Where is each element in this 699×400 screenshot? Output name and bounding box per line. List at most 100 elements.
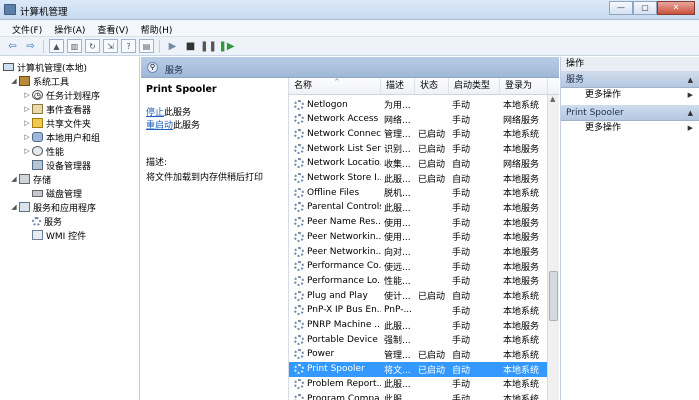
- table-row[interactable]: Parental Controls 此服... 手动 本地服务: [289, 200, 548, 215]
- more-actions-item[interactable]: 更多操作 ▶: [561, 88, 699, 103]
- tree-root[interactable]: 计算机管理(本地): [2, 60, 87, 74]
- expand-arrow-icon[interactable]: ▷: [23, 119, 31, 127]
- title-bar: 计算机管理 — ▢ ✕: [0, 0, 699, 20]
- column-status-header[interactable]: 状态: [415, 78, 449, 95]
- table-row[interactable]: Performance Lo... 性能... 手动 本地服务: [289, 273, 548, 288]
- tree-item-shared-folders[interactable]: ▷ 共享文件夹: [23, 116, 91, 130]
- service-name: Network Locatio...: [307, 158, 381, 169]
- up-folder-icon[interactable]: ▲: [49, 39, 64, 53]
- cell-start: 手动: [452, 395, 471, 400]
- gear-icon: [294, 275, 304, 286]
- expand-arrow-icon[interactable]: ▷: [23, 91, 31, 99]
- toolbar-divider: [43, 39, 44, 53]
- menu-action[interactable]: 操作(A): [48, 20, 91, 36]
- cell-name: Network Connec...: [289, 128, 381, 139]
- minimize-button[interactable]: —: [609, 1, 633, 15]
- table-row[interactable]: Network Connec...管理... 已启动手动 本地系统: [289, 126, 548, 141]
- tree-item-performance[interactable]: ▷ 性能: [23, 144, 64, 158]
- table-row[interactable]: PNRP Machine ... 此服... 手动 本地服务: [289, 318, 548, 333]
- scrollbar-thumb[interactable]: [549, 271, 558, 321]
- cell-start: 手动: [452, 321, 471, 332]
- tree-item-device-manager[interactable]: 设备管理器: [23, 158, 91, 172]
- collapse-arrow-icon[interactable]: ◢: [10, 203, 18, 211]
- play-icon[interactable]: ▶: [165, 39, 180, 53]
- table-row[interactable]: Offline Files 脱机... 手动 本地系统: [289, 185, 548, 200]
- stop-service-link[interactable]: 停止: [146, 108, 164, 118]
- expand-arrow-icon[interactable]: ▷: [23, 147, 31, 155]
- table-row[interactable]: Portable Device ... 强制... 手动 本地系统: [289, 332, 548, 347]
- column-name-header[interactable]: 名称 ^: [289, 78, 381, 95]
- table-row[interactable]: Network List Ser... 识别... 已启动 手动 本地服务: [289, 141, 548, 156]
- cell-desc: 将文...: [384, 365, 411, 376]
- table-row[interactable]: PnP-X IP Bus En... PnP-... 手动 本地系统: [289, 303, 548, 318]
- restart-icon[interactable]: ❚▶: [218, 39, 234, 53]
- forward-arrow-icon[interactable]: ⇨: [23, 39, 38, 53]
- tree-item-system-tools[interactable]: ◢ 系统工具: [10, 74, 69, 88]
- scroll-up-icon[interactable]: ▲: [550, 95, 555, 103]
- gear-icon: [294, 320, 304, 330]
- collapse-arrow-icon[interactable]: ◢: [10, 175, 18, 183]
- actions-group-print-spooler[interactable]: Print Spooler ▲: [561, 105, 699, 121]
- collapse-up-icon[interactable]: ▲: [688, 105, 693, 121]
- maximize-button[interactable]: ▢: [633, 1, 657, 15]
- table-row[interactable]: Power 管理... 已启动 自动 本地系统: [289, 347, 548, 362]
- tree-item-task-scheduler[interactable]: ▷ ◷ 任务计划程序: [23, 88, 100, 102]
- pause-icon[interactable]: ❚❚: [200, 39, 217, 53]
- table-row[interactable]: Program Compa... 此服... 手动 本地系统: [289, 391, 548, 400]
- tree-item-disk-management[interactable]: 磁盘管理: [23, 186, 82, 200]
- menu-help[interactable]: 帮助(H): [135, 20, 179, 36]
- export-icon[interactable]: ⇲: [103, 39, 118, 53]
- tree-item-services-apps[interactable]: ◢ 服务和应用程序: [10, 200, 96, 214]
- table-row[interactable]: Performance Co... 使远... 手动 本地服务: [289, 259, 548, 274]
- cell-start: 手动: [452, 262, 471, 273]
- table-row[interactable]: Plug and Play 使计... 已启动 自动 本地系统: [289, 288, 548, 303]
- column-logon-header[interactable]: 登录为: [500, 78, 548, 95]
- table-row[interactable]: Netlogon 为用... 手动 本地系统: [289, 97, 548, 112]
- cell-name: Problem Report...: [289, 378, 381, 389]
- properties-icon[interactable]: ▤: [139, 39, 154, 53]
- help-icon[interactable]: ?: [121, 39, 136, 53]
- collapse-arrow-icon[interactable]: ◢: [10, 77, 18, 85]
- gear-icon: [294, 173, 304, 183]
- tree-item-event-viewer[interactable]: ▷ 事件查看器: [23, 102, 91, 116]
- back-arrow-icon[interactable]: ⇦: [5, 39, 20, 53]
- column-startup-type-header[interactable]: 启动类型: [449, 78, 500, 95]
- cell-start: 自动: [452, 292, 471, 303]
- expand-arrow-icon[interactable]: ▷: [23, 105, 31, 113]
- cell-start: 手动: [452, 203, 471, 214]
- column-description-header[interactable]: 描述: [381, 78, 415, 95]
- more-actions-label: 更多操作: [585, 90, 622, 100]
- vertical-scrollbar[interactable]: ▲: [547, 95, 559, 400]
- cell-logon: 网络服务: [503, 115, 540, 126]
- table-row[interactable]: Network Access ...网络... 手动 网络服务: [289, 112, 548, 127]
- collapse-up-icon[interactable]: ▲: [688, 72, 693, 88]
- table-row[interactable]: Problem Report... 此服... 手动 本地系统: [289, 376, 548, 391]
- refresh-icon[interactable]: ↻: [85, 39, 100, 53]
- table-row-selected[interactable]: Print Spooler 将文... 已启动 自动 本地系统: [289, 361, 548, 377]
- table-row[interactable]: Network Store I... 此服... 已启动 自动 本地服务: [289, 171, 548, 186]
- menu-file[interactable]: 文件(F): [6, 20, 48, 36]
- cell-logon: 本地系统: [503, 306, 540, 317]
- gear-icon: [294, 99, 304, 110]
- table-row[interactable]: Peer Networkin... 使用... 手动 本地服务: [289, 229, 548, 244]
- more-actions-item[interactable]: 更多操作 ▶: [561, 121, 699, 136]
- tree-item-storage[interactable]: ◢ 存储: [10, 172, 51, 186]
- table-row[interactable]: Peer Networkin... 向对... 手动 本地服务: [289, 244, 548, 259]
- expand-arrow-icon[interactable]: ▷: [23, 133, 31, 141]
- close-button[interactable]: ✕: [657, 1, 695, 15]
- tree-item-services[interactable]: 服务: [23, 214, 62, 228]
- users-icon: [32, 132, 43, 142]
- stop-icon[interactable]: ■: [183, 39, 198, 53]
- restart-service-link[interactable]: 重启动: [146, 121, 173, 131]
- gear-icon: [294, 334, 304, 345]
- show-tree-icon[interactable]: ▥: [67, 39, 82, 53]
- table-row[interactable]: Peer Name Res... 使用... 手动 本地服务: [289, 215, 548, 230]
- actions-group-services[interactable]: 服务 ▲: [561, 72, 699, 88]
- tree-item-local-users[interactable]: ▷ 本地用户和组: [23, 130, 100, 144]
- table-row[interactable]: Network Locatio... 收集... 已启动 自动 网络服务: [289, 156, 548, 171]
- tree-item-wmi[interactable]: WMI 控件: [23, 228, 86, 242]
- cell-status: 已启动: [418, 292, 446, 303]
- cell-desc: 使用...: [384, 233, 411, 244]
- menu-view[interactable]: 查看(V): [91, 20, 134, 36]
- gear-icon: [294, 261, 304, 272]
